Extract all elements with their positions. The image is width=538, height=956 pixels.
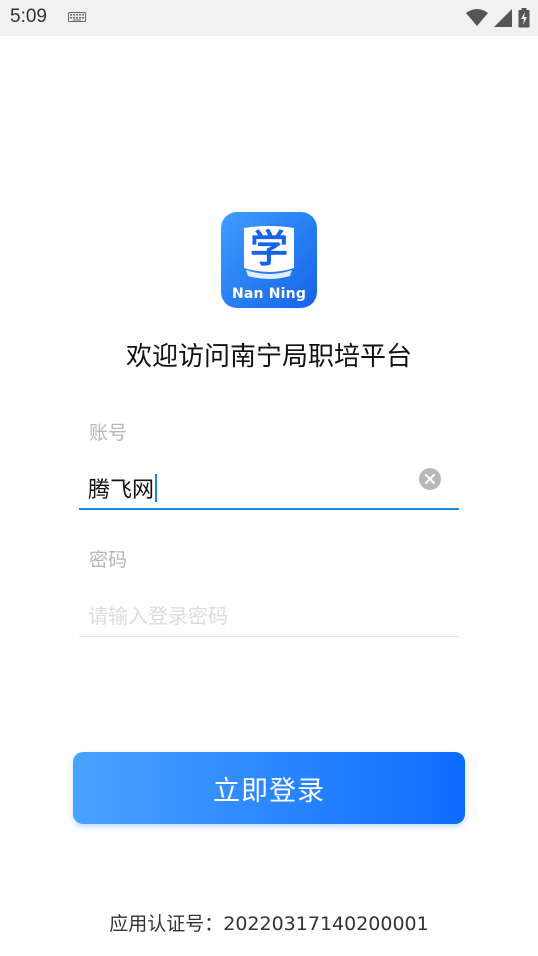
book-shield-icon: 学	[244, 226, 294, 279]
account-label: 账号	[89, 422, 128, 444]
wifi-icon	[466, 9, 488, 26]
logo-text: Nan Ning	[231, 286, 307, 302]
certification-number: 应用认证号：20220317140200001	[109, 913, 429, 935]
login-button[interactable]: 立即登录	[73, 752, 465, 824]
cell-signal-icon	[494, 9, 512, 27]
account-input[interactable]: 腾飞网	[79, 460, 459, 510]
account-input-value: 腾飞网	[88, 478, 155, 503]
clear-input-button[interactable]	[419, 468, 441, 490]
password-label: 密码	[89, 549, 128, 571]
close-icon	[424, 473, 436, 485]
login-screen: 5:09 学 Nan Ning 欢迎访问南宁局职培平台 账号 腾飞网 密码 请输…	[0, 0, 538, 956]
account-input-value-wrap: 腾飞网	[88, 472, 158, 504]
status-time: 5:09	[10, 6, 47, 27]
password-placeholder: 请输入登录密码	[88, 604, 228, 628]
app-logo: 学 Nan Ning	[221, 212, 317, 308]
password-input[interactable]: 请输入登录密码	[79, 587, 459, 637]
keyboard-icon	[68, 12, 86, 22]
battery-charging-icon	[518, 8, 530, 28]
page-title: 欢迎访问南宁局职培平台	[125, 342, 412, 372]
logo-glyph: 学	[250, 227, 288, 271]
status-icons	[466, 8, 530, 28]
text-caret	[155, 474, 158, 502]
status-bar: 5:09	[0, 0, 538, 36]
